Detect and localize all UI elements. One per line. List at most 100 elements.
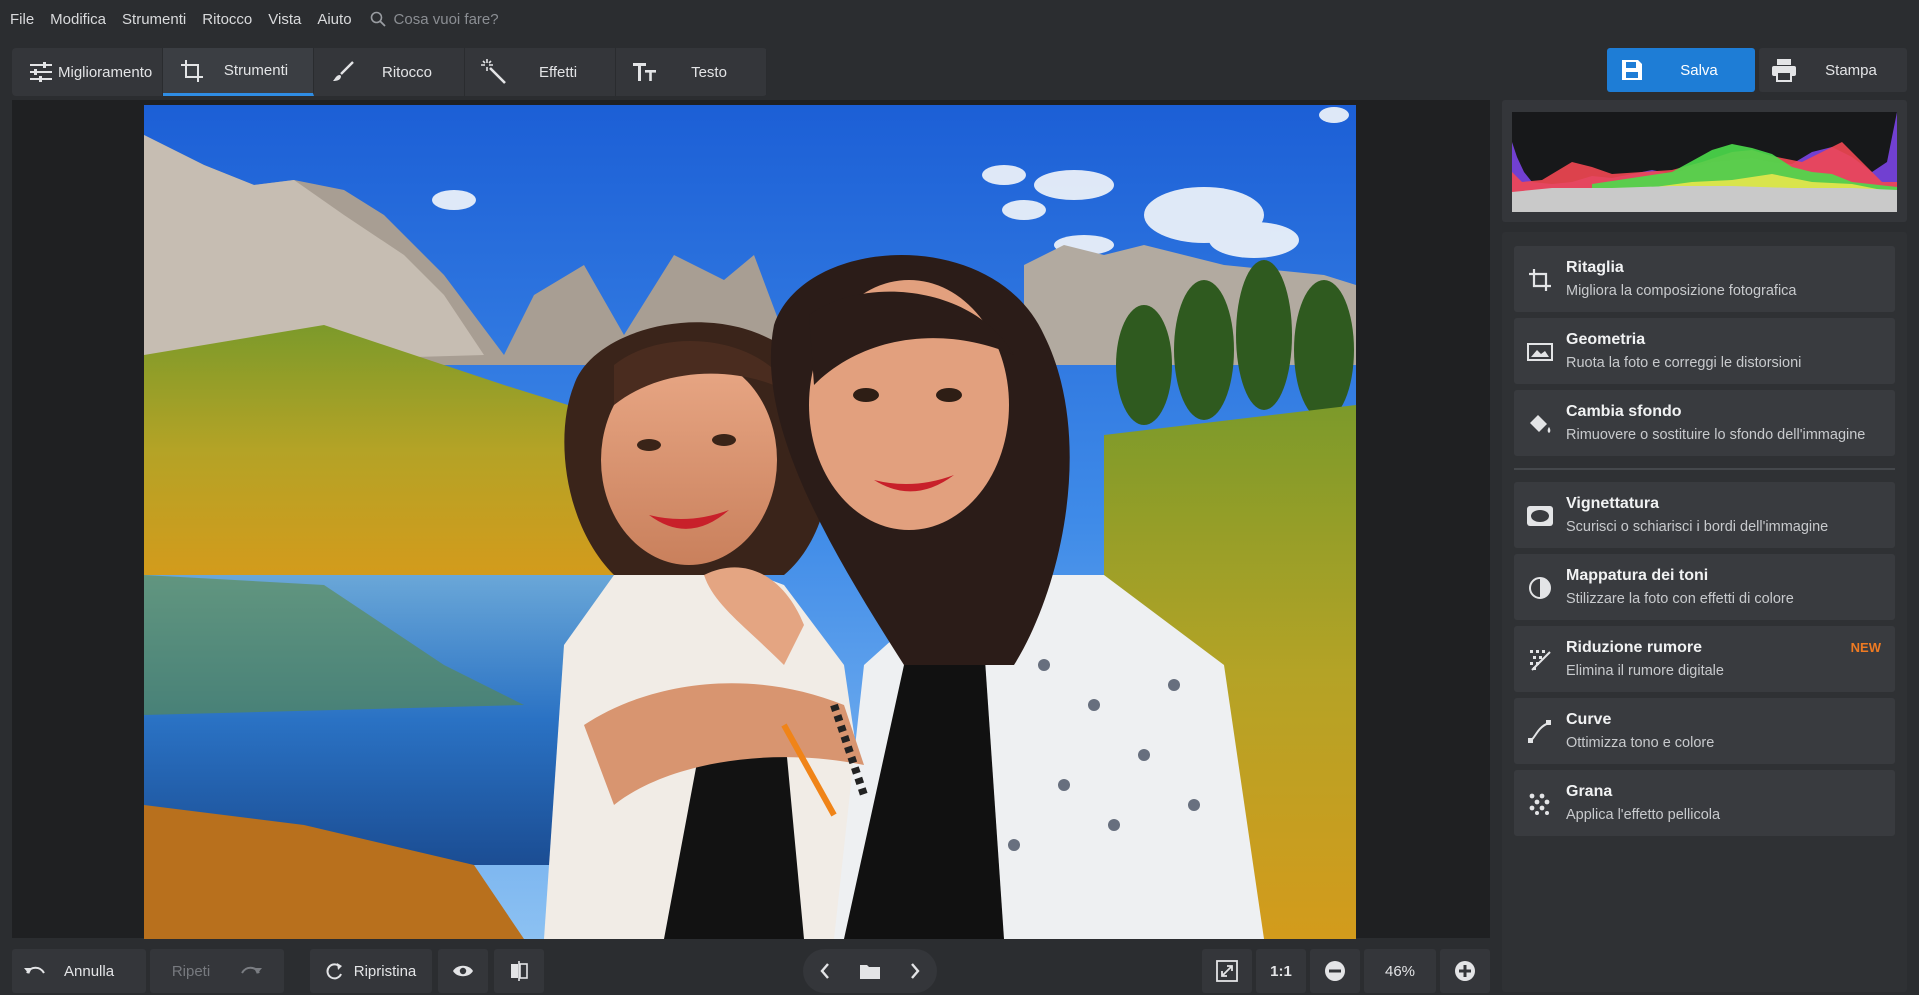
menu-strumenti[interactable]: Strumenti (122, 11, 186, 28)
crop-icon (177, 59, 207, 83)
paint-bucket-icon (1526, 410, 1554, 438)
zoom-out-button[interactable] (1310, 949, 1360, 993)
tab-label: Strumenti (223, 62, 289, 79)
eye-icon (453, 965, 473, 977)
open-folder-button[interactable] (850, 951, 890, 991)
chevron-left-icon (820, 963, 830, 979)
tool-curve[interactable]: Curve Ottimizza tono e colore (1514, 698, 1895, 764)
geometry-icon (1526, 338, 1554, 366)
redo-button[interactable]: Ripeti (150, 949, 284, 993)
menu-bar: File Modifica Strumenti Ritocco Vista Ai… (0, 0, 1919, 38)
folder-icon (859, 965, 880, 979)
new-badge: NEW (1850, 640, 1881, 655)
tool-title: Vignettatura (1566, 495, 1660, 512)
tab-testo[interactable]: Testo (616, 48, 767, 96)
undo-button[interactable]: Annulla (12, 949, 146, 993)
fit-screen-button[interactable] (1202, 949, 1252, 993)
plus-circle-icon (1455, 961, 1475, 981)
tool-title: Geometria (1566, 331, 1646, 348)
redo-icon (241, 966, 263, 974)
tool-cambia-sfondo[interactable]: Cambia sfondo Rimuovere o sostituire lo … (1514, 390, 1895, 456)
printer-icon (1759, 58, 1809, 82)
tab-effetti[interactable]: Effetti (465, 48, 616, 96)
tool-desc: Ruota la foto e correggi le distorsioni (1566, 355, 1802, 371)
chevron-right-icon (910, 963, 920, 979)
zoom-level[interactable]: 46% (1364, 949, 1436, 993)
next-photo-button[interactable] (895, 951, 935, 991)
vignette-icon (1526, 502, 1554, 530)
reset-button[interactable]: Ripristina (310, 949, 432, 993)
text-icon (630, 61, 660, 83)
tool-vignettatura[interactable]: Vignettatura Scurisci o schiarisci i bor… (1514, 482, 1895, 548)
tool-mappatura-toni[interactable]: Mappatura dei toni Stilizzare la foto co… (1514, 554, 1895, 620)
divider (1514, 468, 1895, 470)
undo-label: Annulla (64, 962, 115, 980)
zoom-in-button[interactable] (1440, 949, 1490, 993)
tab-label: Ritocco (381, 63, 433, 81)
main-tabs: Miglioramento Strumenti Ritocco Effetti … (12, 48, 767, 96)
tab-strumenti[interactable]: Strumenti (163, 48, 314, 96)
save-button[interactable]: Salva (1607, 48, 1755, 92)
search-placeholder: Cosa vuoi fare? (393, 10, 499, 28)
tool-title: Mappatura dei toni (1566, 567, 1709, 584)
tool-desc: Ottimizza tono e colore (1566, 735, 1715, 751)
tab-label: Miglioramento (58, 63, 153, 81)
tone-mapping-icon (1526, 574, 1554, 602)
menu-ritocco[interactable]: Ritocco (202, 11, 252, 28)
noise-reduction-icon (1526, 646, 1554, 674)
tool-title: Riduzione rumore (1566, 639, 1703, 656)
prev-photo-button[interactable] (805, 951, 845, 991)
undo-icon (24, 966, 45, 974)
top-actions: Salva Stampa (1607, 48, 1907, 92)
tool-desc: Elimina il rumore digitale (1566, 663, 1724, 679)
tab-label: Effetti (538, 63, 578, 81)
menu-modifica[interactable]: Modifica (50, 11, 106, 28)
grain-icon (1526, 790, 1554, 818)
tool-title: Ritaglia (1566, 259, 1624, 276)
tool-title: Curve (1566, 711, 1612, 728)
tool-title: Grana (1566, 783, 1613, 800)
magic-wand-icon (479, 59, 509, 85)
tool-desc: Applica l'effetto pellicola (1566, 807, 1721, 823)
photo (144, 105, 1356, 939)
tool-desc: Scurisci o schiarisci i bordi dell'immag… (1566, 519, 1829, 535)
minus-circle-icon (1325, 961, 1345, 981)
search-box[interactable]: Cosa vuoi fare? (370, 11, 499, 28)
curves-icon (1526, 718, 1554, 746)
tab-label: Testo (691, 63, 727, 81)
crop-icon (1526, 266, 1554, 294)
reset-icon (326, 963, 342, 980)
save-icon (1607, 59, 1657, 81)
menu-vista[interactable]: Vista (268, 11, 301, 28)
tool-desc: Migliora la composizione fotografica (1566, 283, 1797, 299)
tools-panel: Ritaglia Migliora la composizione fotogr… (1502, 232, 1907, 992)
search-icon (370, 11, 386, 27)
tab-ritocco[interactable]: Ritocco (314, 48, 465, 96)
preview-button[interactable] (438, 949, 488, 993)
histogram-panel (1502, 100, 1907, 222)
tool-geometria[interactable]: Geometria Ruota la foto e correggi le di… (1514, 318, 1895, 384)
bottom-toolbar: Annulla Ripeti Ripristina 1:1 46% (0, 942, 1496, 995)
save-label: Salva (1680, 61, 1718, 79)
print-button[interactable]: Stampa (1759, 48, 1907, 92)
image-canvas[interactable] (12, 100, 1490, 939)
reset-label: Ripristina (353, 962, 417, 980)
compare-button[interactable] (494, 949, 544, 993)
tool-desc: Stilizzare la foto con effetti di colore (1566, 591, 1794, 607)
redo-label: Ripeti (171, 962, 211, 980)
sliders-icon (26, 61, 56, 83)
compare-icon (511, 961, 528, 981)
menu-aiuto[interactable]: Aiuto (317, 11, 351, 28)
tool-grana[interactable]: Grana Applica l'effetto pellicola (1514, 770, 1895, 836)
print-label: Stampa (1825, 61, 1877, 79)
tool-ritaglia[interactable]: Ritaglia Migliora la composizione fotogr… (1514, 246, 1895, 312)
brush-icon (328, 60, 358, 84)
tool-riduzione-rumore[interactable]: Riduzione rumore Elimina il rumore digit… (1514, 626, 1895, 692)
histogram (1512, 112, 1897, 212)
tool-desc: Rimuovere o sostituire lo sfondo dell'im… (1566, 427, 1866, 443)
tool-title: Cambia sfondo (1566, 403, 1682, 420)
actual-size-button[interactable]: 1:1 (1256, 949, 1306, 993)
menu-file[interactable]: File (10, 11, 34, 28)
tab-miglioramento[interactable]: Miglioramento (12, 48, 163, 96)
fit-screen-icon (1216, 960, 1238, 982)
